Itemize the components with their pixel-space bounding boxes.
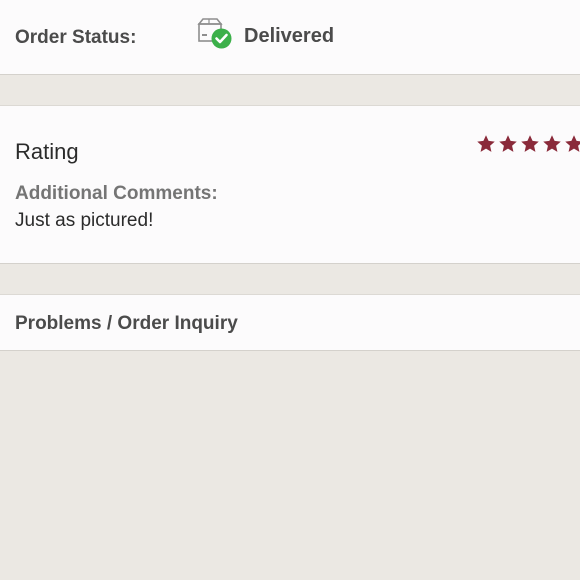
star-icon [498, 134, 518, 154]
star-icon [564, 134, 580, 154]
page: Order Status: Delivered Rating Additiona… [0, 0, 580, 580]
star-rating [476, 134, 580, 156]
order-status-label: Order Status: [15, 27, 137, 48]
additional-comments-label: Additional Comments: [15, 183, 218, 204]
star-icon [520, 134, 540, 154]
order-status-card: Order Status: Delivered [0, 0, 580, 75]
star-icon [476, 134, 496, 154]
order-inquiry-label: Problems / Order Inquiry [15, 313, 238, 334]
rating-title: Rating [15, 139, 79, 164]
order-status-value: Delivered [244, 25, 335, 47]
additional-comments-text: Just as pictured! [15, 210, 154, 231]
delivered-box-check-icon [196, 18, 234, 50]
rating-card: Rating Additional Comments: Just as pict… [0, 105, 580, 264]
order-inquiry-link[interactable]: Problems / Order Inquiry [0, 294, 580, 351]
star-icon [542, 134, 562, 154]
